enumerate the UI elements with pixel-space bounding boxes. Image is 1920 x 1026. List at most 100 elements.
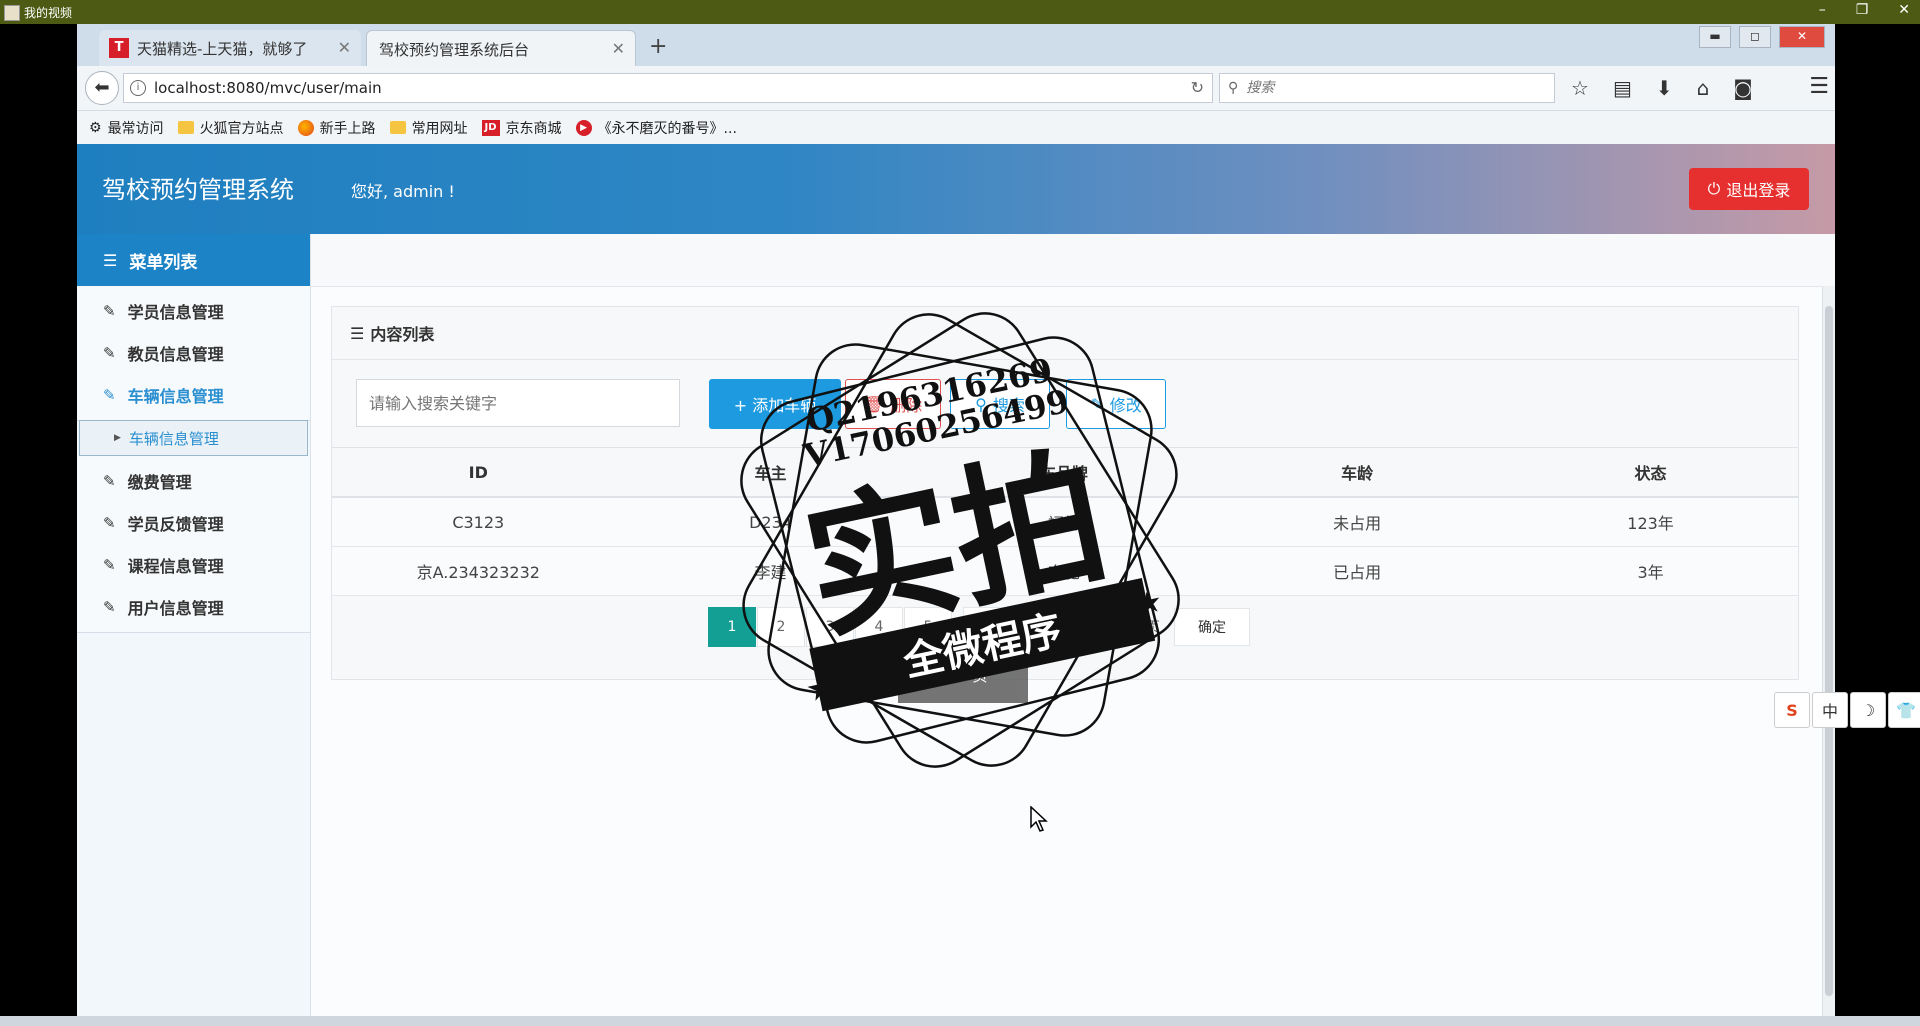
table-cell: 奔驰 [916, 546, 1212, 596]
delete-label: 删除 [890, 396, 923, 415]
page-4-button[interactable]: 4 [855, 607, 903, 647]
pocket-icon[interactable]: ◙ [1733, 76, 1752, 100]
folder-icon [177, 121, 194, 134]
caret-right-icon: ▶ [114, 433, 121, 443]
table-cell: C3123 [332, 497, 625, 547]
power-icon: ⏻ [1707, 179, 1721, 198]
table-cell: 李建 [624, 546, 917, 596]
search-button[interactable]: ⚲ 搜索 [950, 379, 1050, 429]
column-header[interactable]: ID [332, 447, 625, 498]
edit-label: 修改 [1109, 396, 1142, 415]
player-minimize-button[interactable]: – [1819, 2, 1826, 18]
bookmark-label: 新手上路 [319, 120, 376, 137]
page-5-button[interactable]: 5 [904, 607, 952, 647]
page-number-input[interactable]: 1 ▲ ▼ [1084, 610, 1136, 644]
scrollbar[interactable] [1822, 286, 1835, 1016]
table-row[interactable]: 京A.234323232 李建 奔驰 已占用 3年 [332, 546, 1798, 596]
panel-title: 内容列表 [370, 325, 435, 344]
folder-icon [389, 121, 406, 134]
jd-icon: JD [481, 119, 500, 136]
bookmark-label: 《永不磨灭的番号》... [597, 120, 737, 137]
spinner-icon[interactable]: ▲ ▼ [1120, 612, 1135, 642]
sidebar-item-vehicles[interactable]: ✎ 车辆信息管理 [77, 370, 310, 421]
player-close-button[interactable]: ✕ [1898, 2, 1910, 18]
goto-label: 到第 [1048, 620, 1076, 636]
content-topbar [311, 234, 1835, 287]
bookmark-getting-started[interactable]: 新手上路 [297, 118, 376, 138]
confirm-button[interactable]: 确定 [1174, 608, 1250, 646]
moon-icon[interactable]: ☽ [1850, 692, 1886, 728]
reading-list-icon[interactable]: ▤ [1613, 76, 1632, 100]
address-bar[interactable]: i localhost:8080/mvc/user/main ↻ [123, 73, 1213, 103]
edit-button[interactable]: ✎ 修改 [1066, 379, 1166, 429]
reload-icon[interactable]: ↻ [1191, 78, 1204, 97]
bookmark-firefox-site[interactable]: 火狐官方站点 [177, 118, 284, 138]
logout-label: 退出登录 [1726, 181, 1791, 200]
browser-search-box[interactable]: ⚲ [1219, 73, 1555, 103]
tab-driving-school[interactable]: 驾校预约管理系统后台 ✕ [366, 30, 636, 67]
keyword-search-input[interactable] [356, 379, 680, 427]
vehicle-table: ID 车主 车品牌 车龄 状态 C3123 D234 福特 未占用 123年 京… [332, 447, 1798, 596]
bookmark-jd[interactable]: JD 京东商城 [481, 118, 562, 138]
column-header[interactable]: 车龄 [1211, 447, 1504, 498]
column-header[interactable]: 状态 [1503, 447, 1798, 498]
download-icon[interactable]: ⬇ [1656, 76, 1673, 100]
player-restore-button[interactable]: ❐ [1856, 2, 1869, 18]
tab-tmall[interactable]: T 天猫精选-上天猫，就够了 ✕ [99, 30, 361, 66]
table-cell: 未占用 [1211, 497, 1504, 547]
edit-icon: ✎ [103, 556, 116, 574]
new-tab-button[interactable]: + [649, 34, 667, 59]
search-icon: ⚲ [1228, 80, 1239, 96]
bookmark-common-sites[interactable]: 常用网址 [389, 118, 468, 138]
sogou-icon[interactable]: S [1774, 692, 1810, 728]
browser-window: T 天猫精选-上天猫，就够了 ✕ 驾校预约管理系统后台 ✕ + ▬ ◻ ✕ ⬅ … [77, 24, 1835, 1016]
bookmark-label: 火狐官方站点 [199, 120, 284, 137]
edit-icon: ✎ [1090, 394, 1104, 414]
submenu-label: 车辆信息管理 [128, 429, 219, 448]
maximize-button[interactable]: ◻ [1739, 26, 1771, 48]
home-icon[interactable]: ⌂ [1697, 76, 1710, 100]
tmall-icon: T [109, 38, 129, 58]
edit-icon: ✎ [103, 514, 116, 532]
shirt-icon[interactable]: 👕 [1888, 692, 1920, 728]
page-number-value: 1 [1099, 619, 1108, 635]
sidebar-item-label: 车辆信息管理 [127, 387, 224, 406]
minimize-button[interactable]: ▬ [1699, 26, 1731, 48]
page-unit-label: 页 [1146, 620, 1160, 636]
table-row[interactable]: C3123 D234 福特 未占用 123年 [332, 497, 1798, 547]
column-header[interactable]: 车主 [624, 447, 917, 498]
column-header[interactable]: 车品牌 [916, 447, 1212, 498]
browser-search-input[interactable] [1244, 79, 1529, 97]
table-cell: 已占用 [1211, 546, 1504, 596]
panel-header: ☰ 内容列表 [332, 307, 1798, 360]
submenu-item-vehicles[interactable]: ▶ 车辆信息管理 [79, 420, 308, 456]
url-text[interactable]: localhost:8080/mvc/user/main [154, 79, 382, 97]
gear-icon: ⚙ [89, 119, 102, 136]
trash-icon: 🗑 [863, 394, 885, 414]
player-title: 我的视频 [24, 6, 73, 20]
close-icon[interactable]: ✕ [612, 39, 625, 58]
bookmark-most-visited[interactable]: ⚙ 最常访问 [89, 118, 164, 138]
table-header-row: ID 车主 车品牌 车龄 状态 [332, 447, 1798, 498]
close-icon[interactable]: ✕ [338, 38, 351, 57]
chinese-input-toggle[interactable]: 中 [1812, 692, 1848, 728]
sidebar-item-label: 用户信息管理 [127, 599, 224, 618]
scrollbar-thumb[interactable] [1825, 306, 1833, 996]
page-3-button[interactable]: 3 [806, 607, 854, 647]
tab-strip: T 天猫精选-上天猫，就够了 ✕ 驾校预约管理系统后台 ✕ + ▬ ◻ ✕ [77, 24, 1835, 67]
add-vehicle-button[interactable]: + 添加车辆 [709, 379, 841, 429]
logout-button[interactable]: ⏻ 退出登录 [1689, 168, 1809, 210]
menu-header: ☰ 菜单列表 [77, 234, 310, 286]
back-arrow-icon[interactable]: ⬅ [85, 71, 119, 105]
page-2-button[interactable]: 2 [757, 607, 805, 647]
bookmark-video[interactable]: ▶ 《永不磨灭的番号》... [575, 118, 737, 138]
bookmark-star-icon[interactable]: ☆ [1571, 76, 1589, 100]
hamburger-menu-icon[interactable]: ☰ [1809, 74, 1829, 99]
table-cell: D234 [624, 497, 917, 547]
close-window-button[interactable]: ✕ [1779, 26, 1825, 48]
delete-button[interactable]: 🗑 删除 [845, 379, 941, 429]
sidebar-item-users[interactable]: ✎ 用户信息管理 [77, 582, 310, 633]
page-1-button[interactable]: 1 [708, 607, 756, 647]
info-icon[interactable]: i [130, 80, 146, 96]
next-page-button[interactable]: 下一页 [963, 607, 1023, 647]
